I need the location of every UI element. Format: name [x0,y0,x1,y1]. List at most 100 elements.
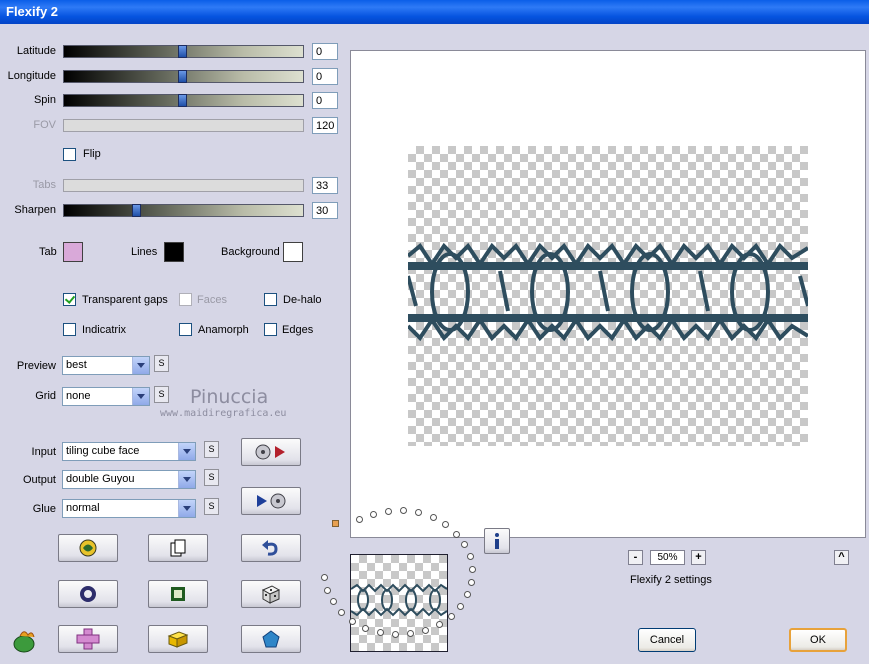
spin-slider-thumb[interactable] [178,94,187,107]
grid-s-button[interactable]: S [154,386,169,403]
sphere-button[interactable] [58,580,118,608]
input-select[interactable]: tiling cube face [62,442,196,461]
dial-dot[interactable] [422,626,430,634]
cancel-button[interactable]: Cancel [638,628,696,652]
plugin-window: Latitude 0 Longitude 0 Spin 0 FOV 120 Fl… [0,24,869,664]
latitude-slider-thumb[interactable] [178,45,187,58]
chevron-down-icon[interactable] [178,443,195,460]
dial-dot[interactable] [453,530,461,538]
chevron-down-icon[interactable] [178,500,195,517]
dial-dot[interactable] [464,591,472,599]
latitude-slider[interactable] [63,45,304,58]
spin-value[interactable]: 0 [312,92,338,109]
undo-button[interactable] [241,534,301,562]
longitude-slider[interactable] [63,70,304,83]
sharpen-value[interactable]: 30 [312,202,338,219]
dice-button[interactable] [241,580,301,608]
zoom-out-button[interactable]: - [628,550,643,565]
copy-button[interactable] [148,534,208,562]
fov-slider [63,119,304,132]
cross-button[interactable] [58,625,118,653]
dial-dot[interactable] [370,510,378,518]
tabs-label: Tabs [32,179,56,191]
lines-color-swatch[interactable] [164,242,184,262]
dial-dot[interactable] [429,514,437,522]
latitude-label: Latitude [16,45,56,57]
chevron-down-icon[interactable] [178,471,195,488]
input-play-button[interactable] [241,438,301,466]
latitude-value[interactable]: 0 [312,43,338,60]
dial-dot[interactable] [324,586,332,594]
background-color-swatch[interactable] [283,242,303,262]
fov-value: 120 [312,117,338,134]
preview-quality-value: best [66,359,87,371]
transparent-gaps-checkbox[interactable] [63,293,76,306]
preview-quality-select[interactable]: best [62,356,150,375]
preview-s-button[interactable]: S [154,355,169,372]
transparent-gaps-label: Transparent gaps [82,294,168,306]
pentagon-button[interactable] [241,625,301,653]
dial-dot[interactable] [321,573,329,581]
ok-button[interactable]: OK [789,628,847,652]
collapse-button[interactable]: ^ [834,550,849,565]
de-halo-checkbox[interactable] [264,293,277,306]
preview-canvas[interactable] [350,50,866,538]
output-play-button[interactable] [241,487,301,515]
star-swirl-icon [79,539,97,557]
output-value: double Guyou [66,473,135,485]
glue-value: normal [66,502,100,514]
input-s-button[interactable]: S [204,441,219,458]
chevron-down-icon[interactable] [132,357,149,374]
cube-button[interactable] [148,625,208,653]
dial-dot[interactable] [466,553,474,561]
watermark-url: www.maidiregrafica.eu [160,408,287,419]
pentagon-icon [262,630,280,648]
info-icon [495,533,499,549]
de-halo-label: De-halo [283,294,322,306]
frame-button[interactable] [148,580,208,608]
dial-dot[interactable] [329,598,337,606]
glue-s-button[interactable]: S [204,498,219,515]
dial-dot[interactable] [392,630,400,638]
flip-checkbox[interactable] [63,148,76,161]
dial-dot[interactable] [468,566,476,574]
longitude-value[interactable]: 0 [312,68,338,85]
anamorph-checkbox[interactable] [179,323,192,336]
dial-dot[interactable] [461,541,469,549]
glue-label: Glue [32,503,56,515]
settings-label: Flexify 2 settings [630,574,712,586]
flip-label: Flip [83,148,101,160]
dial-dot[interactable] [435,620,443,628]
dial-dot[interactable] [385,507,392,515]
indicatrix-label: Indicatrix [82,324,127,336]
dice-icon [261,585,281,604]
play-to-disc-icon [257,493,286,509]
output-select[interactable]: double Guyou [62,470,196,489]
dial-dot[interactable] [468,578,476,586]
thumbnail-preview[interactable] [350,554,448,652]
sharpen-slider[interactable] [63,204,304,217]
grid-select[interactable]: none [62,387,150,406]
longitude-slider-thumb[interactable] [178,70,187,83]
edges-checkbox[interactable] [264,323,277,336]
chevron-down-icon[interactable] [132,388,149,405]
indicatrix-checkbox[interactable] [63,323,76,336]
randomize-button[interactable] [58,534,118,562]
dial-start-marker[interactable] [332,520,339,527]
dial-dot[interactable] [338,608,346,616]
sharpen-slider-thumb[interactable] [132,204,141,217]
output-s-button[interactable]: S [204,469,219,486]
thumbnail-pattern [351,583,447,617]
watermark-name: Pinuccia [190,386,269,408]
undo-arrow-icon [262,540,278,556]
glue-select[interactable]: normal [62,499,196,518]
dial-dot[interactable] [376,629,384,637]
zoom-in-button[interactable]: + [691,550,706,565]
dial-dot[interactable] [447,612,455,620]
dial-dot[interactable] [457,602,465,610]
spin-slider[interactable] [63,94,304,107]
tab-color-swatch[interactable] [63,242,83,262]
lines-color-label: Lines [131,246,158,258]
info-button[interactable] [484,528,510,554]
background-color-label: Background [221,246,280,258]
